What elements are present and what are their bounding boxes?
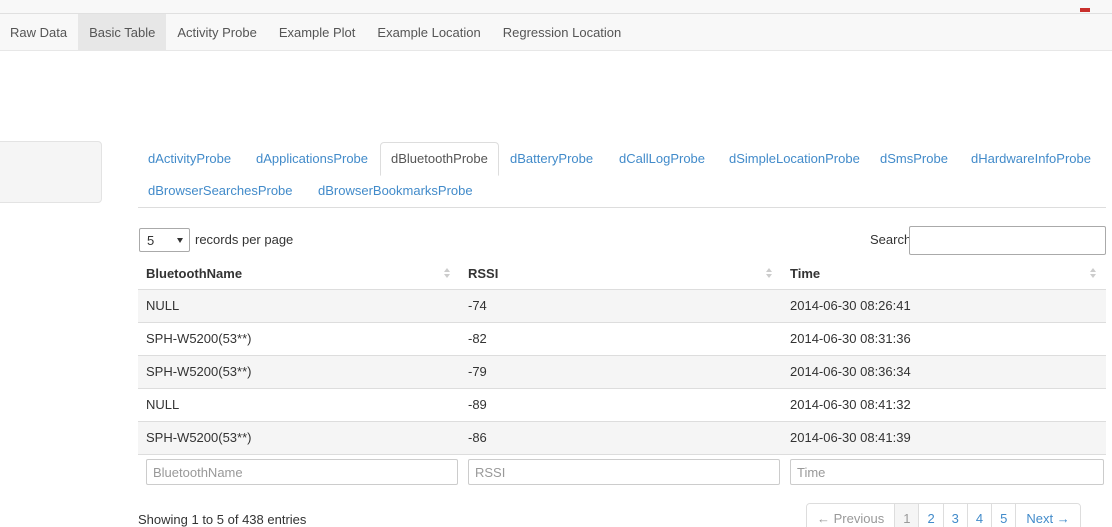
notification-mark bbox=[1080, 8, 1090, 12]
page-button-5[interactable]: 5 bbox=[991, 504, 1016, 527]
cell-bluetoothname: SPH-W5200(53**) bbox=[138, 420, 460, 454]
sidebar-panel bbox=[0, 141, 102, 203]
records-per-page-label: records per page bbox=[195, 232, 294, 247]
pagination: ← Previous 1 2 3 4 5 Next → bbox=[806, 503, 1081, 527]
tab-dapplicationsprobe[interactable]: dApplicationsProbe bbox=[246, 143, 378, 175]
filter-input-bluetoothname[interactable] bbox=[146, 459, 458, 486]
tab-dbrowsersearchesprobe[interactable]: dBrowserSearchesProbe bbox=[138, 175, 303, 207]
nav-item-regression-location[interactable]: Regression Location bbox=[492, 14, 633, 50]
cell-rssi: -82 bbox=[460, 321, 782, 355]
cell-rssi: -86 bbox=[460, 420, 782, 454]
page-button-3[interactable]: 3 bbox=[942, 504, 967, 527]
search-input[interactable] bbox=[909, 226, 1106, 255]
chevron-down-icon bbox=[177, 238, 183, 243]
nav-item-example-location[interactable]: Example Location bbox=[366, 14, 491, 50]
nav-item-example-plot[interactable]: Example Plot bbox=[268, 14, 367, 50]
tab-dactivityprobe[interactable]: dActivityProbe bbox=[138, 143, 241, 175]
probe-tabs: dActivityProbe dApplicationsProbe dBluet… bbox=[138, 142, 1106, 208]
search-label: Search: bbox=[870, 232, 915, 247]
table-row: NULL -74 2014-06-30 08:26:41 bbox=[138, 288, 1106, 322]
top-strip bbox=[0, 0, 1112, 14]
table-row: SPH-W5200(53**) -82 2014-06-30 08:31:36 bbox=[138, 321, 1106, 355]
cell-rssi: -89 bbox=[460, 387, 782, 421]
page-button-1[interactable]: 1 bbox=[894, 504, 919, 527]
filter-cell bbox=[782, 453, 1106, 490]
table-header-row: BluetoothName RSSI Time bbox=[138, 258, 1106, 290]
cell-bluetoothname: NULL bbox=[138, 387, 460, 421]
cell-bluetoothname: SPH-W5200(53**) bbox=[138, 354, 460, 388]
column-header-label: BluetoothName bbox=[146, 265, 243, 281]
column-header-label: Time bbox=[790, 265, 821, 281]
tab-dsmsprobe[interactable]: dSmsProbe bbox=[870, 143, 958, 175]
table-row: NULL -89 2014-06-30 08:41:32 bbox=[138, 387, 1106, 421]
cell-time: 2014-06-30 08:31:36 bbox=[782, 321, 1106, 355]
filter-input-rssi[interactable] bbox=[468, 459, 780, 486]
sort-icon bbox=[1090, 268, 1096, 279]
sort-icon bbox=[444, 268, 450, 279]
records-per-page-value: 5 bbox=[147, 232, 155, 248]
column-header-bluetoothname[interactable]: BluetoothName bbox=[138, 258, 460, 290]
cell-time: 2014-06-30 08:36:34 bbox=[782, 354, 1106, 388]
page-button-4[interactable]: 4 bbox=[966, 504, 992, 527]
tab-dbrowserbookmarksprobe[interactable]: dBrowserBookmarksProbe bbox=[308, 175, 483, 207]
filter-cell bbox=[460, 453, 782, 490]
table-row: SPH-W5200(53**) -86 2014-06-30 08:41:39 bbox=[138, 420, 1106, 454]
bluetooth-table: BluetoothName RSSI Time NULL -74 2014-06… bbox=[138, 258, 1106, 490]
column-header-rssi[interactable]: RSSI bbox=[460, 258, 782, 290]
tab-dcalllogprobe[interactable]: dCallLogProbe bbox=[609, 143, 715, 175]
nav-item-raw-data[interactable]: Raw Data bbox=[0, 14, 78, 50]
cell-bluetoothname: NULL bbox=[138, 288, 460, 322]
filter-row bbox=[138, 453, 1106, 490]
records-per-page-select[interactable]: 5 bbox=[139, 228, 190, 252]
tab-dhardwareinfoprobe[interactable]: dHardwareInfoProbe bbox=[961, 143, 1101, 175]
tab-dbluetoothprobe[interactable]: dBluetoothProbe bbox=[380, 142, 499, 176]
column-header-label: RSSI bbox=[468, 265, 499, 281]
filter-input-time[interactable] bbox=[790, 459, 1104, 486]
page-button-2[interactable]: 2 bbox=[918, 504, 943, 527]
filter-cell bbox=[138, 453, 460, 490]
tab-dsimplelocationprobe[interactable]: dSimpleLocationProbe bbox=[719, 143, 870, 175]
cell-bluetoothname: SPH-W5200(53**) bbox=[138, 321, 460, 355]
sort-icon bbox=[766, 268, 772, 279]
table-info: Showing 1 to 5 of 438 entries bbox=[138, 512, 307, 527]
previous-page-button[interactable]: ← Previous bbox=[807, 504, 895, 527]
cell-rssi: -74 bbox=[460, 288, 782, 322]
cell-time: 2014-06-30 08:26:41 bbox=[782, 288, 1106, 322]
column-header-time[interactable]: Time bbox=[782, 258, 1106, 290]
cell-time: 2014-06-30 08:41:32 bbox=[782, 387, 1106, 421]
cell-rssi: -79 bbox=[460, 354, 782, 388]
tab-dbatteryprobe[interactable]: dBatteryProbe bbox=[500, 143, 603, 175]
cell-time: 2014-06-30 08:41:39 bbox=[782, 420, 1106, 454]
next-page-button[interactable]: Next → bbox=[1015, 504, 1080, 527]
table-row: SPH-W5200(53**) -79 2014-06-30 08:36:34 bbox=[138, 354, 1106, 388]
nav-item-basic-table[interactable]: Basic Table bbox=[78, 14, 167, 50]
nav-item-activity-probe[interactable]: Activity Probe bbox=[166, 14, 267, 50]
top-navbar: Raw Data Basic Table Activity Probe Exam… bbox=[0, 14, 1112, 51]
